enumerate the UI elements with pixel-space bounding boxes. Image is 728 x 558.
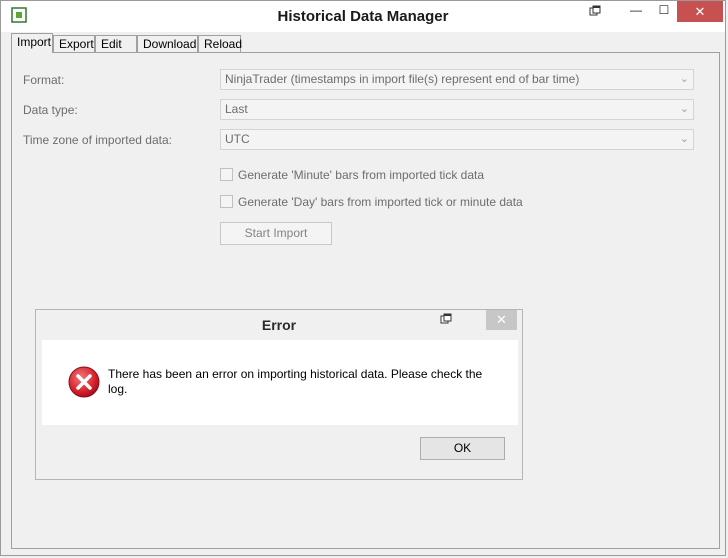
close-icon: ✕	[694, 4, 706, 19]
ok-button[interactable]: OK	[420, 437, 505, 460]
tab-download[interactable]: Download	[137, 35, 198, 52]
minute-bars-label: Generate 'Minute' bars from imported tic…	[238, 168, 485, 182]
minimize-icon: —	[630, 3, 642, 17]
datatype-label: Data type:	[23, 103, 78, 117]
format-select[interactable]: NinjaTrader (timestamps in import file(s…	[220, 69, 694, 90]
minimize-button[interactable]: —	[621, 1, 651, 23]
error-message: There has been an error on importing his…	[108, 367, 483, 396]
close-icon: ✕	[496, 312, 507, 327]
title-bar[interactable]: Historical Data Manager — ☐ ✕	[1, 1, 725, 32]
tab-edit[interactable]: Edit	[95, 35, 137, 52]
day-bars-label: Generate 'Day' bars from imported tick o…	[238, 195, 523, 209]
maximize-icon: ☐	[658, 3, 670, 17]
dialog-footer: OK	[42, 425, 518, 475]
chevron-down-icon: ⌄	[679, 133, 689, 145]
format-value: NinjaTrader (timestamps in import file(s…	[225, 72, 580, 86]
timezone-label: Time zone of imported data:	[23, 133, 172, 147]
timezone-select[interactable]: UTC ⌄	[220, 129, 694, 150]
tab-export[interactable]: Export	[53, 35, 95, 52]
dialog-body: There has been an error on importing his…	[42, 340, 518, 425]
close-button[interactable]: ✕	[677, 1, 723, 22]
window-title: Historical Data Manager	[277, 8, 449, 25]
chevron-down-icon: ⌄	[679, 103, 689, 115]
maximize-button[interactable]: ☐	[649, 1, 679, 23]
dialog-close-button[interactable]: ✕	[486, 310, 517, 330]
day-bars-checkbox[interactable]	[220, 195, 233, 208]
timezone-value: UTC	[225, 132, 250, 146]
datatype-select[interactable]: Last ⌄	[220, 99, 694, 120]
tab-import[interactable]: Import	[11, 33, 53, 53]
error-dialog: Error ✕ There has been an error on impor…	[35, 309, 523, 480]
datatype-value: Last	[225, 102, 248, 116]
format-label: Format:	[23, 73, 65, 87]
start-import-button[interactable]: Start Import	[220, 222, 332, 245]
restore-down-icon[interactable]	[585, 5, 605, 27]
error-icon	[68, 366, 100, 398]
minute-bars-option[interactable]: Generate 'Minute' bars from imported tic…	[220, 168, 484, 182]
tab-reload[interactable]: Reload	[198, 35, 242, 52]
day-bars-option[interactable]: Generate 'Day' bars from imported tick o…	[220, 195, 523, 209]
minute-bars-checkbox[interactable]	[220, 168, 233, 181]
restore-down-icon[interactable]	[436, 313, 456, 331]
chevron-down-icon: ⌄	[679, 73, 689, 85]
